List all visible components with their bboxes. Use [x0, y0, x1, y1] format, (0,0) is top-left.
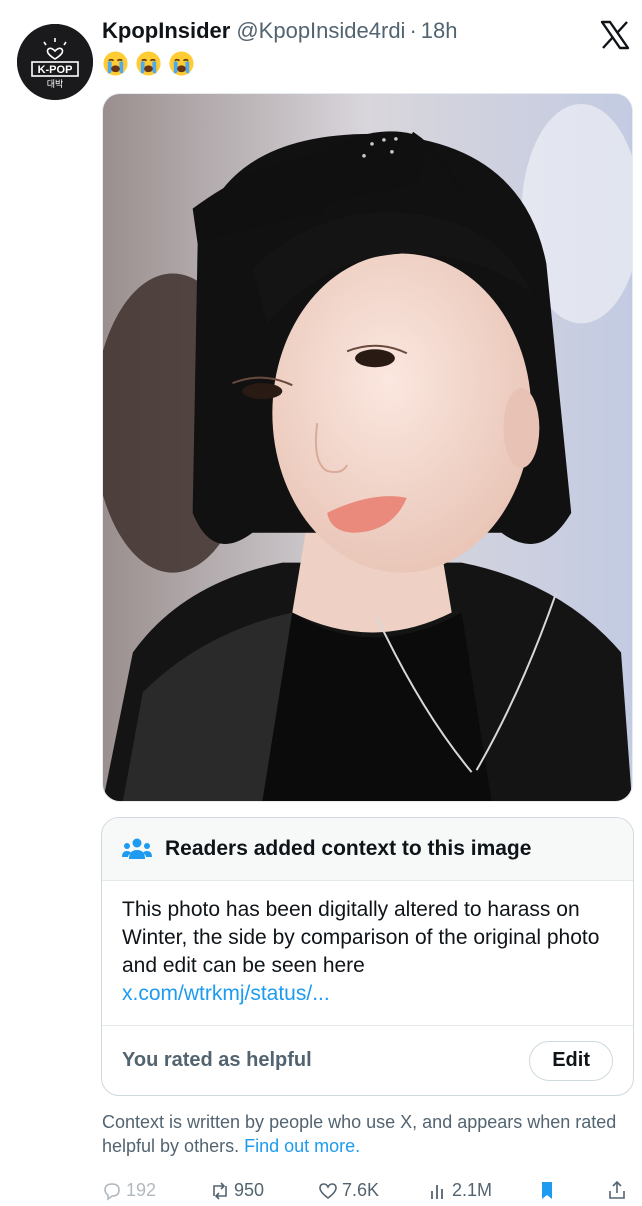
timestamp[interactable]: 18h — [421, 18, 458, 44]
like-count: 7.6K — [342, 1180, 380, 1200]
community-note-disclaimer: Context is written by people who use X, … — [102, 1110, 622, 1158]
bookmark-icon — [542, 1182, 552, 1199]
community-note-body: This photo has been digitally altered to… — [102, 881, 633, 1026]
like-button[interactable]: 7.6K — [318, 1180, 379, 1201]
reply-button[interactable]: 192 — [102, 1180, 156, 1201]
repost-button[interactable]: 950 — [210, 1180, 264, 1201]
share-button[interactable] — [607, 1180, 627, 1200]
tweet-header: KpopInsider @KpopInside4rdi · 18h — [102, 18, 458, 48]
tweet-action-bar: 192 950 7.6K 2.1M — [102, 1176, 642, 1206]
svg-text:대박: 대박 — [47, 79, 64, 90]
community-note-rating: You rated as helpful Edit — [102, 1026, 633, 1095]
repost-count: 950 — [234, 1180, 265, 1200]
repost-icon — [213, 1181, 227, 1200]
community-note-source-link[interactable]: x.com/wtrkmj/status/... — [122, 980, 613, 1008]
rated-status: You rated as helpful — [122, 1049, 312, 1071]
share-icon — [609, 1180, 625, 1199]
views-button[interactable]: 2.1M — [428, 1180, 492, 1201]
find-out-more-link[interactable]: Find out more. — [244, 1136, 360, 1156]
x-logo-icon — [600, 20, 630, 50]
community-note-text: This photo has been digitally altered to… — [122, 898, 600, 977]
svg-text:K-POP: K-POP — [38, 64, 73, 76]
views-icon — [431, 1184, 443, 1199]
tweet-photo[interactable] — [102, 93, 633, 802]
author-avatar[interactable]: K-POP 대박 — [17, 24, 93, 100]
loudly-crying-face-icon — [136, 51, 161, 76]
reply-count: 192 — [126, 1180, 157, 1200]
reply-icon — [104, 1182, 120, 1201]
community-note-title: Readers added context to this image — [165, 837, 532, 860]
loudly-crying-face-icon — [103, 51, 128, 76]
bookmark-button[interactable] — [537, 1180, 557, 1200]
people-icon — [122, 838, 152, 859]
tweet-text-emojis — [102, 50, 195, 80]
display-name[interactable]: KpopInsider — [102, 18, 230, 44]
edit-rating-button[interactable]: Edit — [529, 1040, 613, 1081]
community-note-header: Readers added context to this image — [102, 818, 633, 881]
heart-icon — [319, 1182, 337, 1199]
view-count: 2.1M — [452, 1180, 493, 1200]
loudly-crying-face-icon — [169, 51, 194, 76]
separator-dot: · — [409, 18, 417, 43]
community-note: Readers added context to this image This… — [101, 817, 634, 1096]
user-handle[interactable]: @KpopInside4rdi — [236, 18, 405, 44]
